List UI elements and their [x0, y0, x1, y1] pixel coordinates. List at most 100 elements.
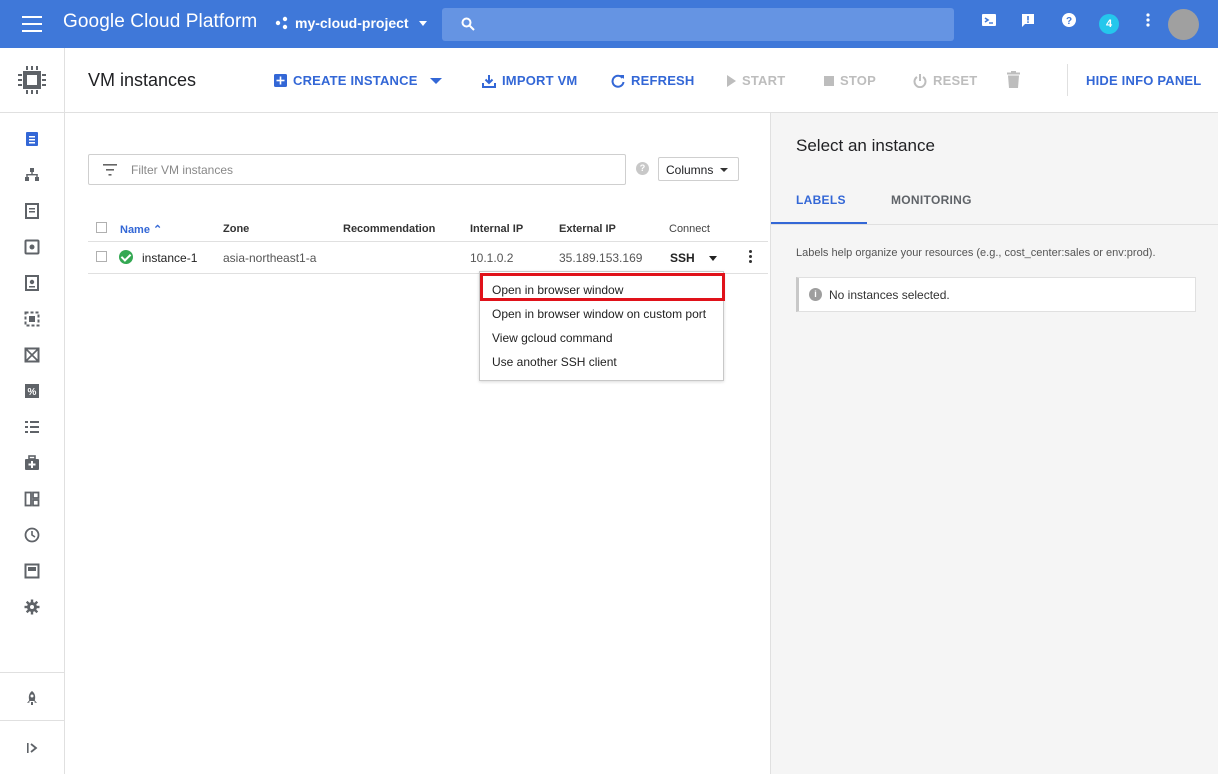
- stop-button[interactable]: STOP: [824, 73, 876, 88]
- expand-nav-icon[interactable]: [24, 740, 40, 756]
- active-tab-indicator: [771, 222, 867, 224]
- snapshots-icon[interactable]: [24, 275, 40, 291]
- project-dots-icon: [275, 16, 288, 30]
- refresh-button[interactable]: REFRESH: [611, 73, 695, 88]
- marketplace-rocket-icon[interactable]: [24, 690, 40, 706]
- more-vert-icon[interactable]: [1140, 12, 1156, 28]
- status-running-icon: [119, 250, 133, 264]
- search-icon: [461, 17, 475, 31]
- column-header-connect: Connect: [669, 223, 710, 235]
- search-bar[interactable]: [442, 8, 954, 41]
- left-nav-rail: %: [0, 48, 65, 774]
- start-button[interactable]: START: [726, 73, 785, 88]
- page-title: VM instances: [88, 70, 197, 90]
- instance-name-link[interactable]: instance-1: [142, 251, 197, 265]
- labels-help-text: Labels help organize your resources (e.g…: [796, 247, 1156, 259]
- hide-info-panel-button[interactable]: HIDE INFO PANEL: [1086, 73, 1201, 88]
- tab-monitoring[interactable]: MONITORING: [891, 193, 972, 207]
- project-selector[interactable]: my-cloud-project: [275, 15, 427, 31]
- ssh-connect-button[interactable]: SSH: [670, 251, 695, 265]
- hide-info-panel-label: HIDE INFO PANEL: [1086, 73, 1202, 88]
- instance-internal-ip: 10.1.0.2: [470, 251, 514, 265]
- column-header-name[interactable]: Name ⌃: [120, 223, 162, 236]
- stop-icon: [824, 75, 834, 86]
- import-vm-label: IMPORT VM: [502, 73, 578, 88]
- instance-external-ip[interactable]: 35.189.153.169: [559, 251, 642, 265]
- chevron-down-icon: [720, 168, 728, 172]
- notifications-badge[interactable]: 4: [1099, 14, 1119, 34]
- delete-trash-icon[interactable]: [1007, 71, 1020, 88]
- brand-title[interactable]: Google Cloud Platform: [63, 11, 257, 33]
- feedback-icon[interactable]: [1020, 12, 1036, 28]
- import-vm-button[interactable]: IMPORT VM: [482, 73, 577, 88]
- notice-text: No instances selected.: [829, 288, 950, 302]
- refresh-icon: [611, 74, 625, 88]
- filter-help-icon[interactable]: ?: [636, 162, 649, 175]
- filter-input[interactable]: [131, 161, 611, 179]
- column-header-zone: Zone: [223, 223, 250, 235]
- power-icon: [913, 73, 927, 88]
- settings-gear-icon[interactable]: [24, 599, 40, 615]
- filter-list-icon: [103, 164, 117, 176]
- column-header-recommendation: Recommendation: [343, 223, 436, 235]
- reset-button[interactable]: RESET: [913, 73, 977, 88]
- stop-label: STOP: [840, 73, 876, 88]
- operations-icon[interactable]: [24, 527, 40, 543]
- committed-use-icon[interactable]: %: [24, 383, 40, 399]
- top-app-bar: Google Cloud Platform my-cloud-project ?…: [0, 0, 1218, 48]
- column-header-external-ip: External IP: [559, 223, 616, 235]
- info-icon: i: [809, 288, 822, 301]
- add-box-icon: [274, 74, 287, 87]
- project-name: my-cloud-project: [295, 15, 409, 31]
- import-icon: [482, 74, 496, 88]
- zones-icon[interactable]: [24, 491, 40, 507]
- instances-list-area: ? Columns Name ⌃ Zone Recommendation Int…: [65, 113, 770, 774]
- tpus-icon[interactable]: [24, 347, 40, 363]
- columns-dropdown[interactable]: Columns: [658, 157, 739, 181]
- info-panel-tabs: LABELS MONITORING: [771, 179, 1218, 225]
- menu-item-open-browser-custom-port[interactable]: Open in browser window on custom port: [492, 307, 706, 321]
- table-header: Name ⌃ Zone Recommendation Internal IP E…: [88, 215, 768, 242]
- metadata-icon[interactable]: [24, 419, 40, 435]
- page-toolbar: VM instances CREATE INSTANCE IMPORT VM R…: [65, 48, 1218, 113]
- instance-groups-icon[interactable]: [24, 167, 40, 183]
- row-checkbox[interactable]: [96, 251, 107, 262]
- ssh-dropdown-icon[interactable]: [709, 256, 717, 261]
- hamburger-menu-icon[interactable]: [22, 16, 42, 32]
- images-icon[interactable]: [24, 311, 40, 327]
- cloud-shell-icon[interactable]: [981, 12, 997, 28]
- ssh-label: SSH: [670, 251, 695, 265]
- tab-labels[interactable]: LABELS: [796, 193, 846, 207]
- select-all-checkbox[interactable]: [96, 222, 107, 233]
- column-name-label: Name: [120, 224, 150, 236]
- vm-instances-icon[interactable]: [24, 131, 40, 147]
- table-row: instance-1 asia-northeast1-a 10.1.0.2 35…: [88, 242, 768, 274]
- row-more-vert-icon[interactable]: [749, 250, 753, 265]
- reset-label: RESET: [933, 73, 978, 88]
- help-icon[interactable]: ?: [1061, 12, 1077, 28]
- instance-zone: asia-northeast1-a: [223, 251, 317, 265]
- instance-templates-icon[interactable]: [24, 203, 40, 219]
- svg-text:?: ?: [1066, 16, 1072, 27]
- chevron-down-icon: [418, 20, 427, 26]
- sort-ascending-icon: ⌃: [153, 224, 163, 236]
- svg-text:%: %: [28, 387, 37, 398]
- create-instance-button[interactable]: CREATE INSTANCE: [274, 73, 418, 88]
- start-label: START: [742, 73, 786, 88]
- security-scans-icon[interactable]: [24, 563, 40, 579]
- compute-engine-icon[interactable]: [17, 65, 47, 95]
- create-instance-label: CREATE INSTANCE: [293, 73, 418, 88]
- create-instance-dropdown-icon[interactable]: [429, 77, 443, 85]
- health-checks-icon[interactable]: [24, 455, 40, 471]
- refresh-label: REFRESH: [631, 73, 695, 88]
- menu-item-view-gcloud-command[interactable]: View gcloud command: [492, 331, 613, 345]
- info-panel-title: Select an instance: [796, 136, 935, 155]
- info-panel: Select an instance LABELS MONITORING Lab…: [770, 113, 1218, 774]
- highlight-box: [480, 273, 725, 301]
- columns-label: Columns: [666, 163, 714, 177]
- disks-icon[interactable]: [24, 239, 40, 255]
- filter-bar[interactable]: [88, 154, 626, 185]
- menu-item-another-ssh-client[interactable]: Use another SSH client: [492, 355, 617, 369]
- avatar[interactable]: [1168, 9, 1199, 40]
- no-instances-notice: i No instances selected.: [796, 277, 1196, 312]
